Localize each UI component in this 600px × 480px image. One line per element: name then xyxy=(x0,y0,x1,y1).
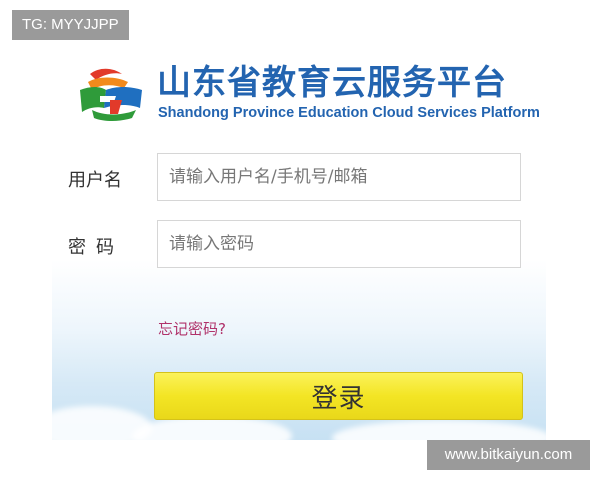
site-watermark: www.bitkaiyun.com xyxy=(427,440,590,470)
cloud-decoration xyxy=(332,420,546,440)
login-button[interactable]: 登录 xyxy=(154,372,523,420)
password-input[interactable] xyxy=(157,220,521,268)
platform-title-en: Shandong Province Education Cloud Servic… xyxy=(158,105,540,121)
platform-title-cn: 山东省教育云服务平台 xyxy=(157,63,507,103)
overlay-tag: TG: MYYJJPP xyxy=(12,10,129,40)
username-input[interactable] xyxy=(157,153,521,201)
forgot-password-link[interactable]: 忘记密码? xyxy=(158,318,226,339)
platform-logo-icon xyxy=(80,68,142,121)
username-label: 用户名 xyxy=(68,170,122,191)
password-label: 密码 xyxy=(68,237,124,258)
